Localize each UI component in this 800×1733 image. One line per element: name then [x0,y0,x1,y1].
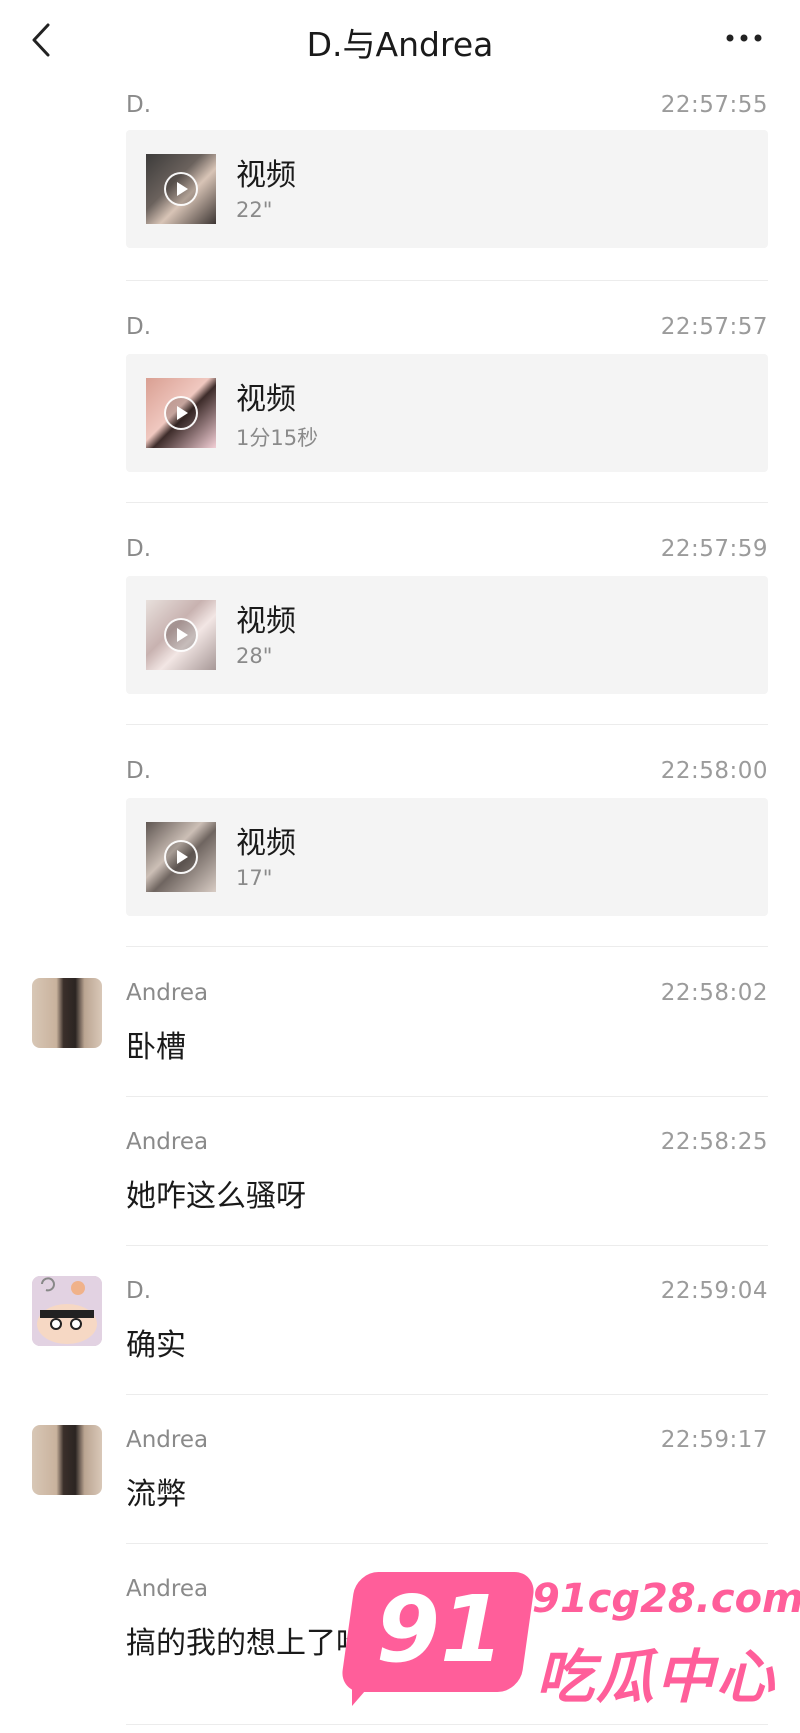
divider [126,502,768,503]
watermark-badge-text: 91 [375,1576,505,1683]
sender-name: Andrea [126,980,209,1006]
video-message-card[interactable]: 视频 1分15秒 [126,354,768,472]
chat-message: D. 22:57:59 视频 28" [0,534,800,725]
video-message-card[interactable]: 视频 28" [126,576,768,694]
chat-message: D. 22:58:00 视频 17" [0,756,800,947]
avatar[interactable] [32,1425,102,1495]
sender-name: Andrea [126,1576,209,1602]
video-label: 视频 [236,826,296,861]
chat-message: Andrea 22:59:17 流弊 [0,1425,800,1545]
sender-name: D. [126,1278,152,1304]
video-label: 视频 [236,158,296,193]
message-time: 22:58:25 [660,1129,768,1155]
video-message-card[interactable]: 视频 17" [126,798,768,916]
message-time: 22:57:59 [660,536,768,562]
message-time: 22:57:55 [660,92,768,118]
chat-header: D.与Andrea [0,0,800,82]
divider [126,1724,768,1725]
video-thumbnail [146,378,216,448]
play-icon [164,618,198,652]
message-time: 22:59:17 [660,1427,768,1453]
message-text: 流弊 [126,1477,186,1512]
divider [126,1245,768,1246]
message-time: 22:58:02 [660,980,768,1006]
avatar[interactable] [32,978,102,1048]
chat-message: D. 22:57:57 视频 1分15秒 [0,312,800,503]
message-time: 22:59:04 [660,1278,768,1304]
message-time: 22:57:57 [660,314,768,340]
sender-name: Andrea [126,1129,209,1155]
chat-message: Andrea 22:58:02 卧槽 [0,978,800,1098]
play-icon [164,172,198,206]
video-duration: 22" [236,198,273,222]
divider [126,724,768,725]
sender-name: D. [126,92,152,118]
play-icon [164,396,198,430]
more-dots-icon[interactable] [724,26,764,50]
avatar[interactable] [32,1276,102,1346]
sender-name: Andrea [126,1427,209,1453]
video-message-card[interactable]: 视频 22" [126,130,768,248]
message-text: 确实 [126,1328,186,1363]
video-duration: 17" [236,866,273,890]
video-thumbnail [146,822,216,892]
divider [126,1543,768,1544]
divider [126,1096,768,1097]
video-duration: 1分15秒 [236,426,319,450]
sender-name: D. [126,536,152,562]
video-label: 视频 [236,382,296,417]
message-time: 22:58:00 [660,758,768,784]
video-thumbnail [146,600,216,670]
video-duration: 28" [236,644,273,668]
chat-title: D.与Andrea [306,25,494,64]
divider [126,946,768,947]
watermark-domain: 91cg28.com [532,1576,800,1622]
sender-name: D. [126,758,152,784]
sender-name: D. [126,314,152,340]
chat-message: D. 22:59:04 确实 [0,1276,800,1396]
watermark-name: 吃瓜中心 [536,1643,777,1711]
chat-message: D. 22:57:55 视频 22" [0,90,800,281]
video-label: 视频 [236,604,296,639]
message-text: 她咋这么骚呀 [126,1179,306,1214]
chat-message: Andrea 22:58:25 她咋这么骚呀 [0,1127,800,1247]
divider [126,280,768,281]
play-icon [164,840,198,874]
video-thumbnail [146,154,216,224]
message-text: 卧槽 [126,1030,186,1065]
cartoon-avatar-icon [32,1276,102,1346]
divider [126,1394,768,1395]
